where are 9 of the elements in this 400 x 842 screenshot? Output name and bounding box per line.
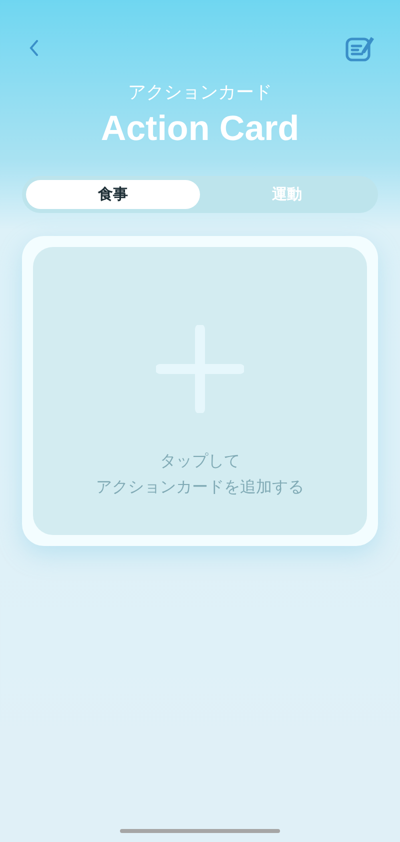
tab[interactable]: 食事 xyxy=(26,180,200,209)
page-title: Action Card xyxy=(100,108,300,150)
add-card-hint: アクションカードを追加する xyxy=(96,476,304,498)
add-card-button[interactable]: タップして アクションカードを追加する xyxy=(33,247,367,535)
back-icon xyxy=(29,40,39,56)
edit-note-icon xyxy=(345,34,375,62)
add-card-hint: タップして xyxy=(160,450,240,472)
page-subtitle: アクションカード xyxy=(128,81,272,105)
tab[interactable]: 運動 xyxy=(200,180,374,209)
